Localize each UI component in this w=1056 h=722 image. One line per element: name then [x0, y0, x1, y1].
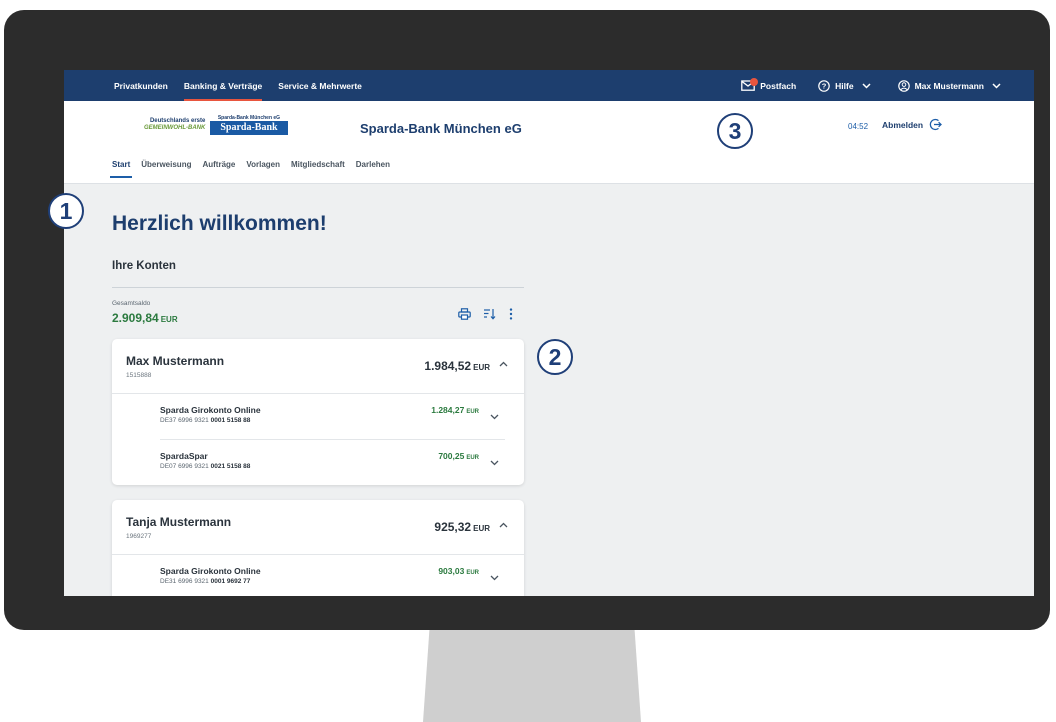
account-holder-card: Tanja Mustermann 1969277 925,32 EUR Spard…	[112, 500, 524, 596]
hilfe-menu[interactable]: ? Hilfe	[818, 79, 875, 92]
total-balance-label: Gesamtsaldo	[112, 300, 151, 307]
top-navigation: Privatkunden Banking & Verträge Service …	[64, 70, 1034, 101]
tab-auftraege[interactable]: Aufträge	[202, 160, 235, 178]
svg-text:?: ?	[822, 81, 827, 90]
total-balance-value: 2.909,84 EUR	[112, 311, 178, 325]
help-icon: ?	[818, 79, 830, 92]
more-options-button[interactable]	[508, 308, 514, 320]
account-row[interactable]: Sparda Girokonto Online DE37 6996 9321 0…	[160, 405, 505, 424]
account-balance: 700,25 EUR	[438, 451, 479, 461]
chevron-down-icon	[992, 82, 1001, 89]
nav-item-banking-vertraege[interactable]: Banking & Verträge	[183, 70, 263, 101]
logout-icon	[929, 118, 943, 131]
nav-item-privatkunden[interactable]: Privatkunden	[114, 70, 168, 101]
utility-menu: Postfach ? Hilfe Max Mustermann	[719, 70, 1006, 101]
account-balance: 903,03 EUR	[438, 566, 479, 576]
account-holder-name: Max Mustermann	[126, 354, 225, 368]
monitor-frame: Privatkunden Banking & Verträge Service …	[4, 10, 1050, 630]
sort-button[interactable]	[483, 308, 496, 320]
tab-darlehen[interactable]: Darlehen	[356, 160, 390, 178]
iban: DE07 6996 9321 0021 5158 88	[160, 463, 251, 470]
callout-2: 2	[537, 339, 573, 375]
main-menu: Privatkunden Banking & Verträge Service …	[114, 70, 378, 101]
account-tools	[446, 308, 514, 320]
page-title: Herzlich willkommen!	[112, 212, 327, 235]
tab-vorlagen[interactable]: Vorlagen	[246, 160, 280, 178]
printer-icon	[458, 308, 471, 320]
chevron-down-icon[interactable]	[490, 460, 499, 466]
tab-start[interactable]: Start	[109, 160, 133, 178]
nav-item-service-mehrwerte[interactable]: Service & Mehrwerte	[278, 70, 362, 101]
chevron-down-icon[interactable]	[490, 575, 499, 581]
postfach-link[interactable]: Postfach	[741, 78, 796, 91]
print-button[interactable]	[458, 308, 471, 320]
callout-1: 1	[48, 193, 84, 229]
monitor-stand	[423, 628, 641, 722]
customer-number: 1515888	[126, 372, 152, 379]
account-balance: 1.284,27 EUR	[431, 405, 479, 415]
chevron-down-icon	[862, 82, 871, 89]
account-holder-name: Tanja Mustermann	[126, 515, 232, 529]
kebab-menu-icon	[509, 308, 513, 320]
bank-logo[interactable]: Deutschlands erste GEMEINWOHL-BANK Spard…	[144, 115, 288, 135]
collapse-chevron-up-icon[interactable]	[499, 361, 508, 367]
divider	[112, 393, 524, 394]
tab-ueberweisung[interactable]: Überweisung	[141, 160, 191, 178]
banking-screen: Privatkunden Banking & Verträge Service …	[64, 70, 1034, 596]
bank-name: Sparda-Bank München eG	[360, 121, 522, 136]
sub-navigation-tabs: Start Überweisung Aufträge Vorlagen Mitg…	[109, 160, 401, 178]
page-header: Deutschlands erste GEMEINWOHL-BANK Spard…	[64, 101, 1034, 184]
collapse-chevron-up-icon[interactable]	[499, 522, 508, 528]
notification-badge	[750, 78, 759, 86]
user-menu[interactable]: Max Mustermann	[897, 79, 1006, 92]
accounts-heading: Ihre Konten	[112, 260, 176, 272]
session-timer: 04:52	[848, 122, 869, 131]
customer-number: 1969277	[126, 533, 152, 540]
logout-button[interactable]: Abmelden	[882, 118, 943, 131]
account-row[interactable]: SpardaSpar DE07 6996 9321 0021 5158 88 7…	[160, 451, 505, 470]
account-holder-card: Max Mustermann 1515888 1.984,52 EUR Spard…	[112, 339, 524, 485]
callout-3: 3	[717, 113, 753, 149]
divider	[112, 554, 524, 555]
holder-total-balance: 925,32 EUR	[434, 520, 490, 534]
divider	[112, 287, 524, 288]
divider	[160, 439, 505, 440]
holder-total-balance: 1.984,52 EUR	[424, 359, 490, 373]
chevron-down-icon[interactable]	[490, 414, 499, 420]
tab-mitgliedschaft[interactable]: Mitgliedschaft	[291, 160, 345, 178]
iban: DE37 6996 9321 0001 5158 88	[160, 417, 251, 424]
account-row[interactable]: Sparda Girokonto Online DE31 6996 9321 0…	[160, 566, 505, 585]
user-icon	[897, 79, 910, 92]
sort-icon	[484, 309, 496, 320]
iban: DE31 6996 9321 0001 9692 77	[160, 578, 251, 585]
